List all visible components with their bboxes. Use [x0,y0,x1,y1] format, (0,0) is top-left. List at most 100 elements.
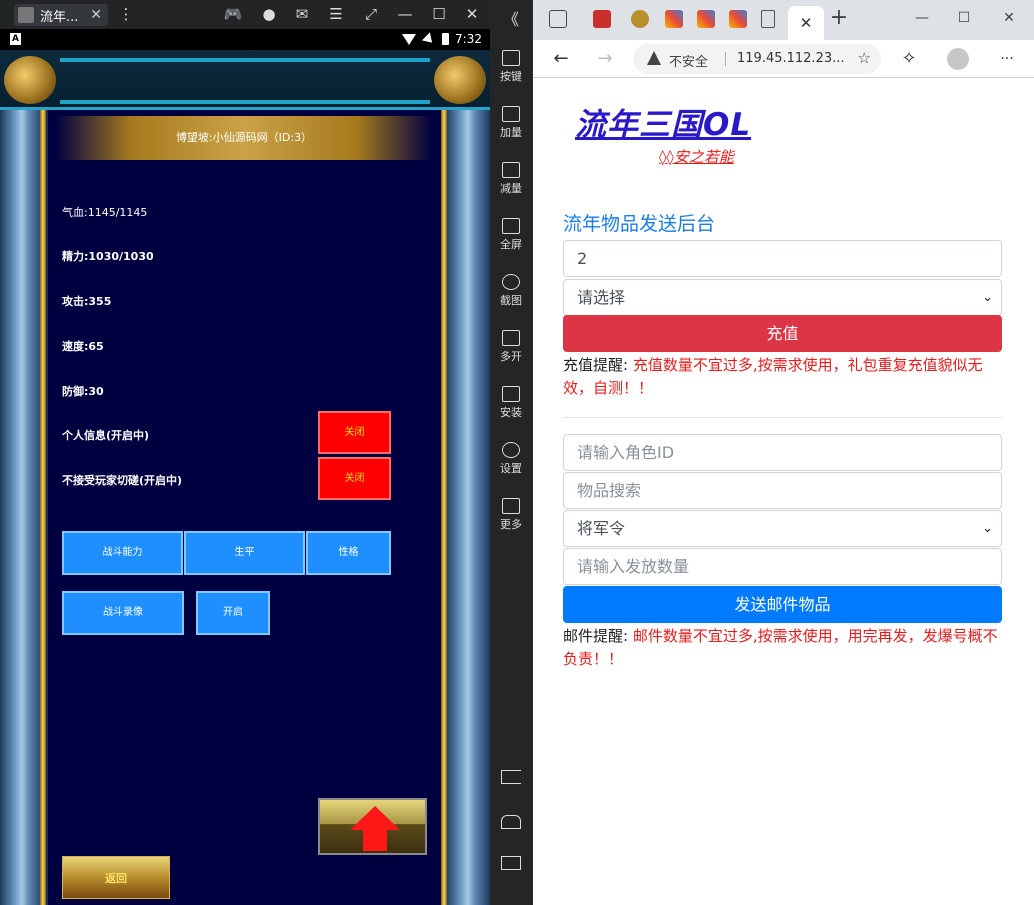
open-button[interactable]: 开启 [196,591,270,635]
character-panel: 博望坡:小仙源码网（ID:3） 气血:1145/1145 精力:1030/103… [48,110,441,905]
popout-icon[interactable]: ⤢ [360,3,382,25]
recharge-button[interactable]: 充值 [563,315,1002,352]
app-icon [18,7,34,23]
url-text[interactable]: 119.45.112.23... [737,51,845,66]
sidebar-label: 减量 [500,182,522,195]
recharge-amount-input[interactable]: 2 [563,240,1002,277]
game-banner [0,50,490,110]
minimize-icon[interactable]: — [394,3,416,25]
browser-tab[interactable] [665,10,683,28]
item-search-input[interactable]: 物品搜索 [563,472,1002,509]
back-arrow-icon[interactable]: ← [549,47,573,71]
sidebar-label: 多开 [500,350,522,363]
panel-title: 博望坡:小仙源码网（ID:3） [56,116,432,160]
android-back-icon[interactable] [501,770,521,784]
minimize-button[interactable]: — [912,8,932,28]
sidebar-install-apk[interactable]: 安装 [490,386,532,420]
close-icon[interactable]: ✕ [90,7,102,23]
emulator-tab[interactable]: 流年... ✕ [14,4,108,26]
notification-a-icon: A [10,33,21,45]
volume-down-icon [502,162,520,178]
stat-attack: 攻击:355 [62,295,112,308]
tab-biography[interactable]: 生平 [184,531,305,575]
wifi-icon [402,33,417,45]
battle-replay-button[interactable]: 战斗录像 [62,591,184,635]
tab-combat-ability[interactable]: 战斗能力 [62,531,183,575]
browser-tab[interactable] [631,10,649,28]
tab-actions-icon[interactable] [549,10,567,28]
mail-note: 邮件提醒: 邮件数量不宜过多,按需求使用，用完再发，发爆号概不负责！！ [563,625,1003,671]
android-recents-icon[interactable] [501,856,521,870]
close-tab-icon[interactable]: ✕ [800,14,813,32]
more-vertical-icon[interactable]: ⋮ [115,3,137,25]
sidebar-label: 按键 [500,70,522,83]
sidebar-more[interactable]: 更多 [490,498,532,532]
tab-personality[interactable]: 性格 [306,531,391,575]
browser-toolbar: ← → 不安全 119.45.112.23... ☆ ✧ ··· [533,40,1034,78]
browser-tab[interactable] [697,10,715,28]
pillar-left [0,110,44,905]
browser-tab[interactable] [729,10,747,28]
sidebar-label: 加量 [500,126,522,139]
close-no-duel-button[interactable]: 关闭 [318,457,391,500]
page-title: 流年物品发送后台 [563,213,716,235]
stat-speed: 速度:65 [62,340,104,353]
favorite-star-icon[interactable]: ☆ [858,49,871,67]
close-personal-info-button[interactable]: 关闭 [318,411,391,454]
sidebar-fullscreen[interactable]: 全屏 [490,218,532,252]
gold-trim-right [441,110,447,905]
recharge-select-value: 请选择 [577,288,626,307]
site-logo[interactable]: 流年三国OL [575,99,751,144]
browser-tab[interactable] [593,10,611,28]
maximize-icon[interactable]: ☐ [428,3,450,25]
insecure-label: 不安全 [669,55,709,70]
settings-menu-icon[interactable]: ··· [995,47,1019,71]
close-window-icon[interactable]: ✕ [461,3,483,25]
send-mail-button[interactable]: 发送邮件物品 [563,586,1002,623]
ornament-left [4,56,56,104]
maximize-button[interactable]: ☐ [954,8,974,28]
quantity-input[interactable]: 请输入发放数量 [563,548,1002,585]
account-icon[interactable]: ● [258,3,280,25]
sidebar-label: 安装 [500,406,522,419]
sidebar-volume-down[interactable]: 减量 [490,162,532,196]
active-tab[interactable]: ✕ [788,6,824,40]
sidebar-screenshot[interactable]: 截图 [490,274,532,308]
role-id-input[interactable]: 请输入角色ID [563,434,1002,471]
site-sublogo[interactable]: ◊◊安之若能 [659,146,734,167]
scroll-up-button[interactable] [318,798,427,855]
sidebar-label: 更多 [500,518,522,531]
document-tab-icon[interactable] [761,10,775,28]
mail-note-label: 邮件提醒: [563,627,633,645]
address-divider [725,52,726,66]
sidebar-label: 设置 [500,462,522,475]
keyboard-icon [502,50,520,66]
sidebar-volume-up[interactable]: 加量 [490,106,532,140]
up-arrow-stem [363,829,387,851]
mail-icon[interactable]: ✉ [291,3,313,25]
chevron-down-icon: ⌄ [982,290,993,305]
stat-energy: 精力:1030/1030 [62,250,154,263]
close-button[interactable]: ✕ [999,8,1019,28]
web-page: 流年三国OL ◊◊安之若能 流年物品发送后台 2 请选择 ⌄ 充值 充值提醒: … [533,79,1034,905]
item-select[interactable]: 将军令 ⌄ [563,510,1002,547]
android-home-icon[interactable] [501,815,521,829]
menu-icon[interactable]: ☰ [325,3,347,25]
back-button[interactable]: 返回 [62,856,170,899]
profile-avatar[interactable] [947,48,969,70]
emulator-sidebar: 《 按键 加量 减量 全屏 截图 多开 安装 设置 更多 [490,0,532,905]
sidebar-settings[interactable]: 设置 [490,442,532,476]
sidebar-multi-instance[interactable]: 多开 [490,330,532,364]
new-tab-button[interactable]: + [829,7,849,29]
browser-tab-strip: ✕ + — ☐ ✕ [533,0,1034,40]
sidebar-keyboard[interactable]: 按键 [490,50,532,84]
extensions-icon[interactable]: ✧ [897,47,921,71]
recharge-note: 充值提醒: 充值数量不宜过多,按需求使用，礼包重复充值貌似无效，自测！！ [563,354,1003,400]
collapse-sidebar-button[interactable]: 《 [490,6,532,30]
gamepad-icon[interactable]: 🎮 [222,3,244,25]
forward-arrow-icon[interactable]: → [593,47,617,71]
address-bar[interactable]: 不安全 119.45.112.23... ☆ [633,44,881,74]
recharge-select[interactable]: 请选择 ⌄ [563,279,1002,316]
gear-icon [502,442,520,458]
emulator-titlebar: 流年... ✕ ⋮ 🎮 ● ✉ ☰ ⤢ — ☐ ✕ [0,0,490,29]
